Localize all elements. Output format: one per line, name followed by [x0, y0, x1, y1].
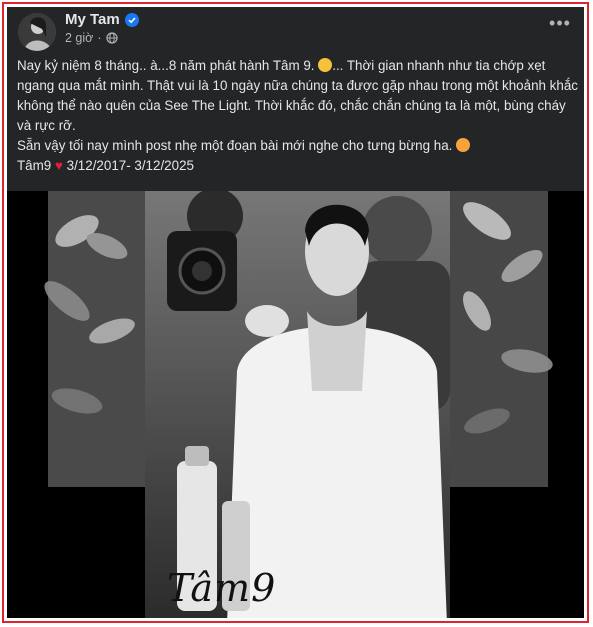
- post-paragraph-3: Tâm9 ♥ 3/12/2017- 3/12/2025: [17, 158, 194, 173]
- meta-dot: ·: [97, 31, 102, 45]
- post-meta: 2 giờ ·: [65, 31, 118, 45]
- heart-eyes-emoji-icon: [456, 138, 471, 152]
- post-photo[interactable]: Tâm9: [7, 188, 584, 618]
- globe-icon[interactable]: [105, 32, 118, 44]
- photo-artwork: [7, 188, 584, 618]
- author-name-row[interactable]: My Tam: [65, 11, 139, 28]
- hashtag-tam9[interactable]: Tâm9: [17, 158, 51, 173]
- author-avatar[interactable]: [18, 13, 56, 51]
- post-card: My Tam 2 giờ · ••• Nay kỷ niệm 8 tháng..…: [7, 7, 584, 618]
- photo-signature: Tâm9: [167, 566, 277, 610]
- red-heart-icon: ♥: [54, 158, 63, 173]
- post-time[interactable]: 2 giờ: [65, 31, 93, 45]
- post-paragraph-1: Nay kỷ niệm 8 tháng.. à...8 năm phát hàn…: [17, 58, 578, 133]
- outer-frame: My Tam 2 giờ · ••• Nay kỷ niệm 8 tháng..…: [2, 2, 589, 623]
- post-paragraph-2: Sẵn vậy tối nay mình post nhẹ một đoạn b…: [17, 136, 582, 156]
- more-options-button[interactable]: •••: [548, 14, 572, 37]
- smiling-emoji-icon: [318, 58, 333, 72]
- verified-badge-icon: [124, 12, 139, 27]
- post-text: Nay kỷ niệm 8 tháng.. à...8 năm phát hàn…: [17, 56, 582, 176]
- author-name[interactable]: My Tam: [65, 11, 120, 28]
